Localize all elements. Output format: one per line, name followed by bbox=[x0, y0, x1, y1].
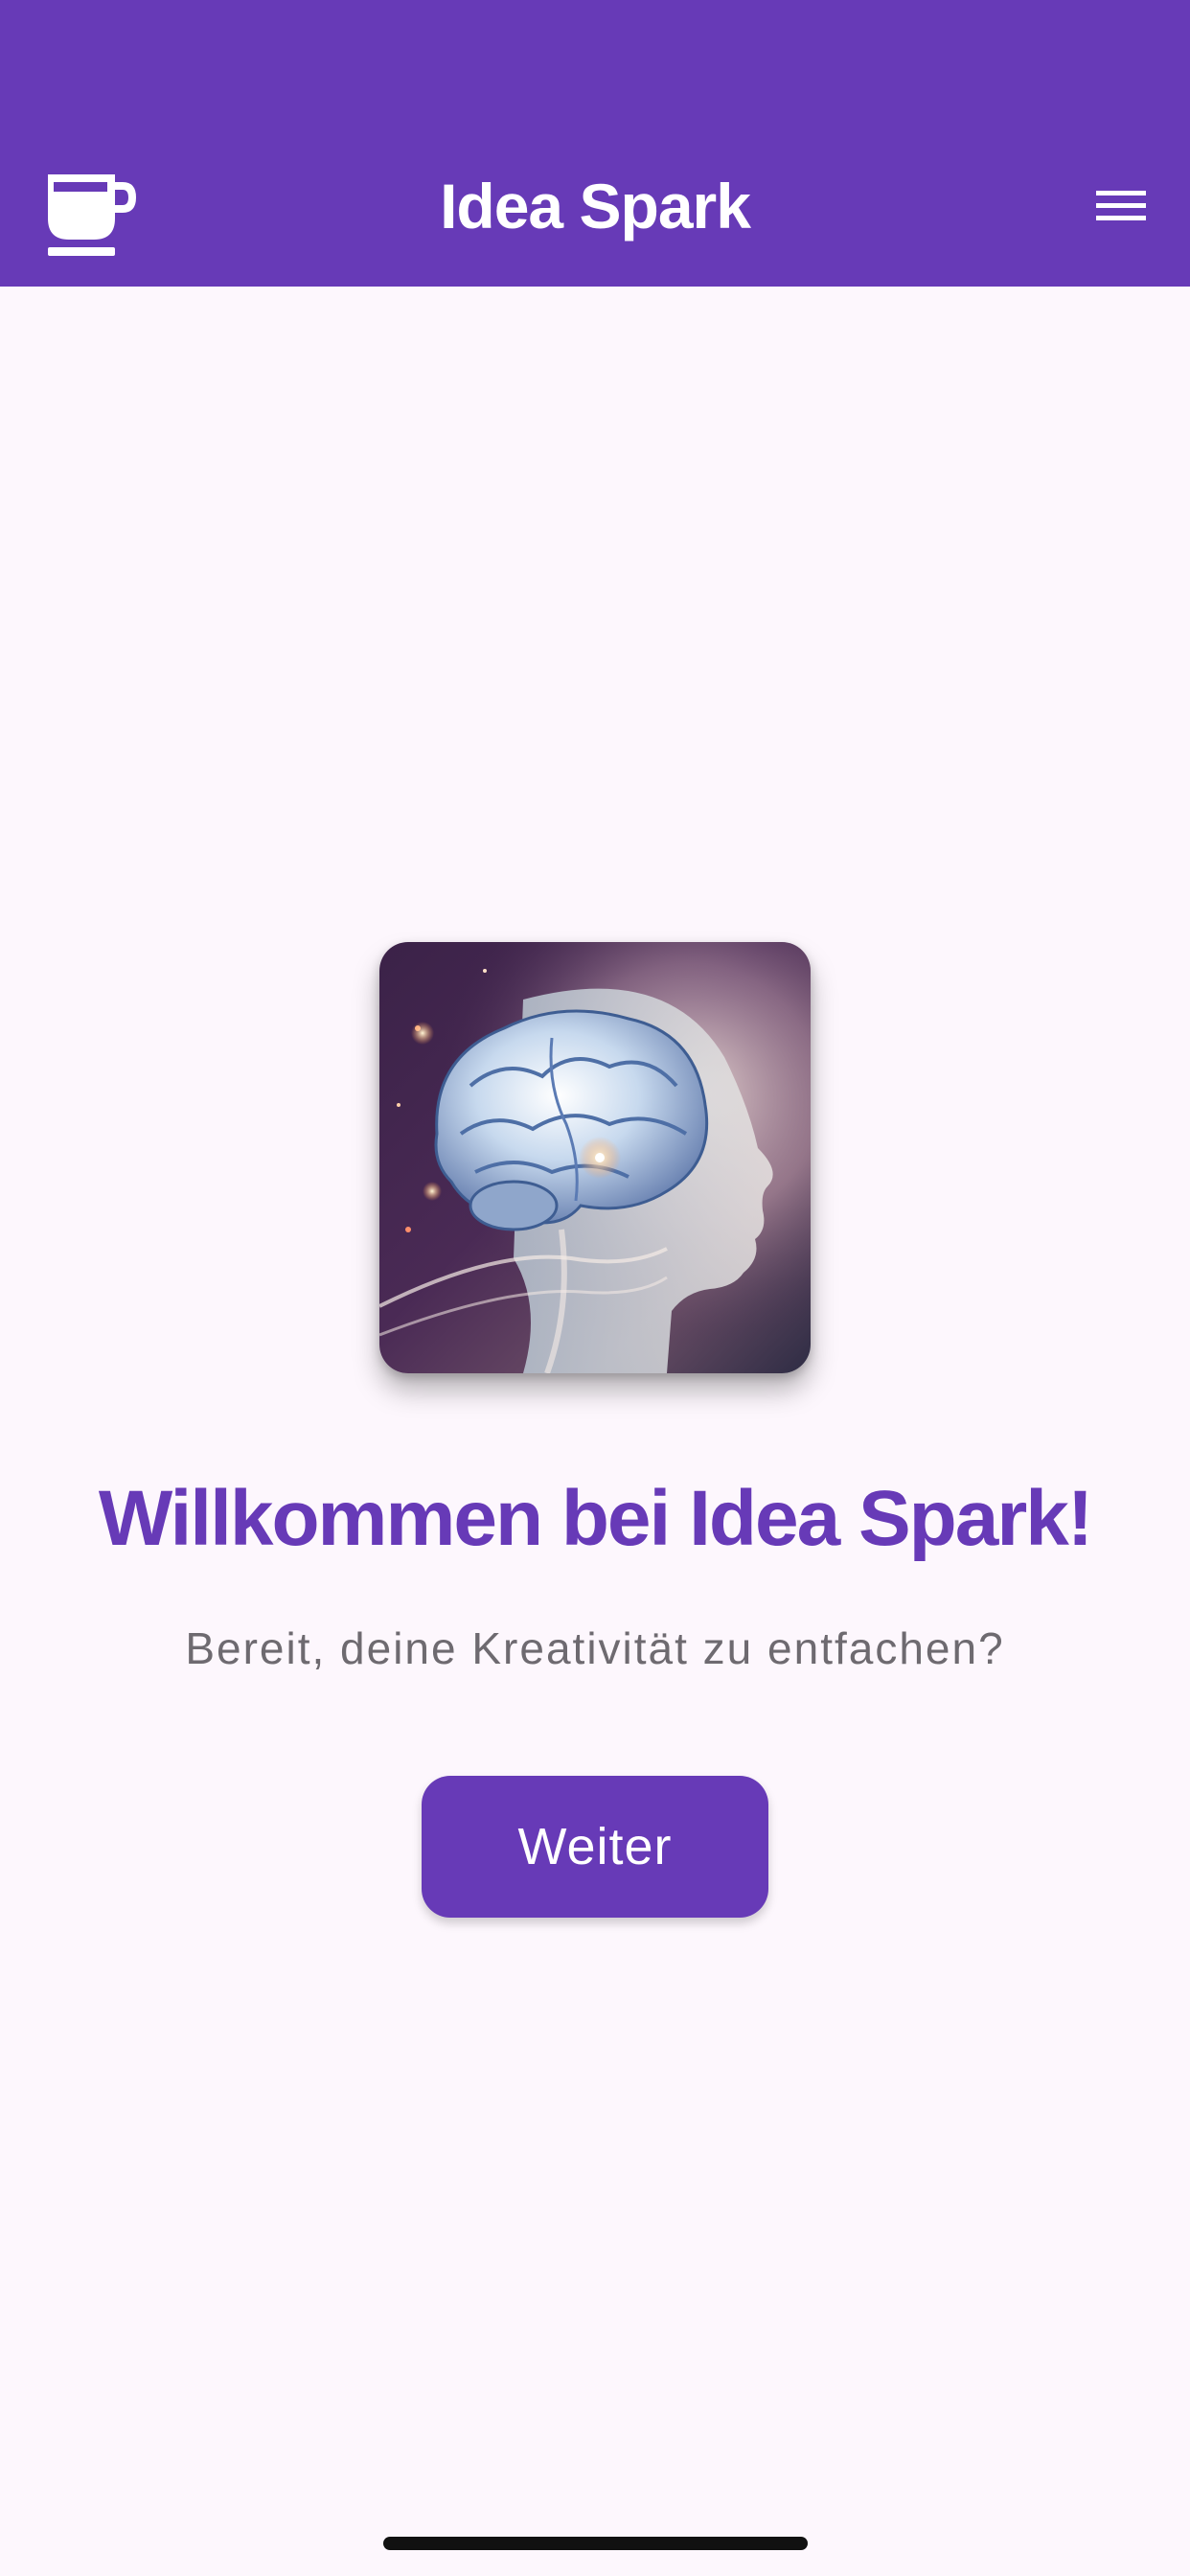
continue-button[interactable]: Weiter bbox=[422, 1776, 768, 1918]
brain-head-illustration bbox=[379, 942, 811, 1373]
hero-image bbox=[379, 942, 811, 1373]
home-indicator[interactable] bbox=[383, 2537, 808, 2550]
menu-icon bbox=[1096, 191, 1146, 220]
app-title: Idea Spark bbox=[440, 171, 751, 242]
menu-button[interactable] bbox=[1073, 168, 1169, 244]
app-bar: Idea Spark bbox=[0, 0, 1190, 287]
welcome-subtitle: Bereit, deine Kreativität zu entfachen? bbox=[185, 1623, 1005, 1673]
welcome-heading: Willkommen bei Idea Spark! bbox=[98, 1475, 1093, 1562]
